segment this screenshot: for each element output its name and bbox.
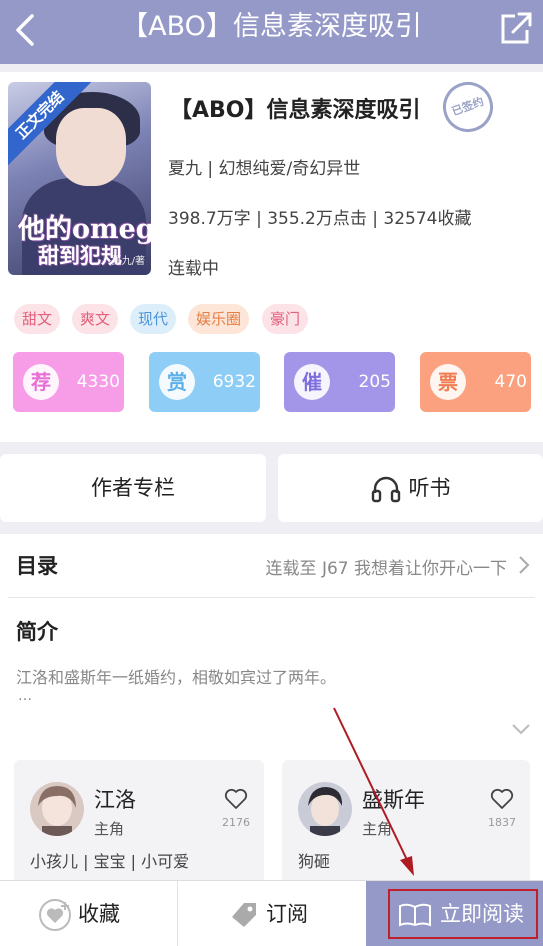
divider	[8, 597, 535, 598]
character-tags: 小孩儿 | 宝宝 | 小可爱	[30, 852, 190, 871]
character-role: 主角	[94, 820, 125, 838]
character-likes: 1837	[488, 816, 516, 829]
book-status: 连载中	[168, 259, 219, 279]
favorite-button[interactable]: 收藏	[38, 881, 120, 946]
details-section: 目录 连载至 J67 我想着让你开心一下 简介 江洛和盛斯年一纸婚约，相敬如宾过…	[0, 534, 543, 890]
heart-icon[interactable]	[490, 788, 514, 810]
share-icon[interactable]	[495, 8, 535, 48]
favorite-label: 收藏	[78, 902, 120, 926]
heart-plus-icon	[39, 899, 71, 931]
character-name: 江洛	[94, 788, 136, 812]
urge-button[interactable]: 催 205	[284, 352, 395, 412]
recommend-icon: 荐	[23, 364, 59, 400]
heart-icon[interactable]	[224, 788, 248, 810]
page-title: 【ABO】信息素深度吸引	[121, 11, 422, 42]
tag-chip[interactable]: 爽文	[72, 304, 119, 334]
chevron-down-icon[interactable]	[511, 722, 531, 736]
intro-text: 江洛和盛斯年一纸婚约，相敬如宾过了两年。	[16, 668, 337, 687]
read-now-button[interactable]: 立即阅读	[366, 881, 543, 946]
reward-icon: 赏	[159, 364, 195, 400]
subscribe-label: 订阅	[266, 902, 308, 926]
character-likes: 2176	[222, 816, 250, 829]
author-column-button[interactable]: 作者专栏	[0, 454, 266, 522]
tag-chip[interactable]: 娱乐圈	[188, 304, 250, 334]
vote-count: 470	[494, 372, 527, 392]
book-cover[interactable]: 正文完结 他的omega 甜到犯规 夏九/著	[8, 82, 151, 275]
toc-latest-chapter[interactable]: 连载至 J67 我想着让你开心一下	[266, 554, 507, 579]
listen-button[interactable]: 听书	[278, 454, 543, 522]
cover-caption-line2: 甜到犯规	[38, 243, 122, 268]
tag-icon	[232, 903, 256, 927]
character-tags: 狗砸	[298, 852, 331, 871]
character-card[interactable]: 盛斯年 主角 1837 狗砸	[282, 760, 530, 890]
top-bar: 【ABO】信息素深度吸引	[0, 0, 543, 64]
character-avatar	[30, 782, 84, 836]
toc-label[interactable]: 目录	[16, 550, 58, 580]
headphones-icon	[371, 476, 400, 503]
vote-icon: 票	[430, 364, 466, 400]
chevron-left-icon[interactable]	[8, 10, 44, 50]
cover-author-mark: 夏九/著	[111, 256, 145, 267]
book-author-genre[interactable]: 夏九 | 幻想纯爱/奇幻异世	[168, 154, 360, 179]
intro-ellipsis: …	[18, 688, 32, 704]
recommend-count: 4330	[76, 372, 120, 392]
character-role: 主角	[362, 820, 393, 838]
highlight-box	[388, 889, 538, 939]
character-avatar	[298, 782, 352, 836]
urge-icon: 催	[294, 364, 330, 400]
listen-label: 听书	[408, 476, 451, 500]
tag-chip[interactable]: 豪门	[262, 304, 309, 334]
book-info-card: 正文完结 他的omega 甜到犯规 夏九/著 【ABO】信息素深度吸引 已签约 …	[0, 72, 543, 442]
subscribe-button[interactable]: 订阅	[228, 881, 308, 946]
reward-count: 6932	[212, 372, 256, 392]
character-name: 盛斯年	[362, 788, 425, 812]
character-card[interactable]: 江洛 主角 2176 小孩儿 | 宝宝 | 小可爱	[14, 760, 264, 890]
bottom-action-bar: 收藏 订阅 立即阅读	[0, 880, 543, 946]
vote-button[interactable]: 票 470	[420, 352, 531, 412]
recommend-button[interactable]: 荐 4330	[13, 352, 124, 412]
cover-figure-face	[56, 108, 126, 186]
intro-label: 简介	[16, 620, 58, 644]
book-stats: 398.7万字 | 355.2万点击 | 32574收藏	[168, 209, 472, 229]
reward-button[interactable]: 赏 6932	[149, 352, 260, 412]
book-title: 【ABO】信息素深度吸引	[170, 98, 421, 123]
author-column-label: 作者专栏	[91, 476, 175, 500]
urge-count: 205	[358, 372, 391, 392]
divider	[177, 881, 178, 946]
signed-badge: 已签约	[435, 74, 501, 140]
tag-chip[interactable]: 甜文	[14, 304, 61, 334]
chevron-right-icon[interactable]	[517, 554, 531, 576]
tag-chip[interactable]: 现代	[130, 304, 177, 334]
